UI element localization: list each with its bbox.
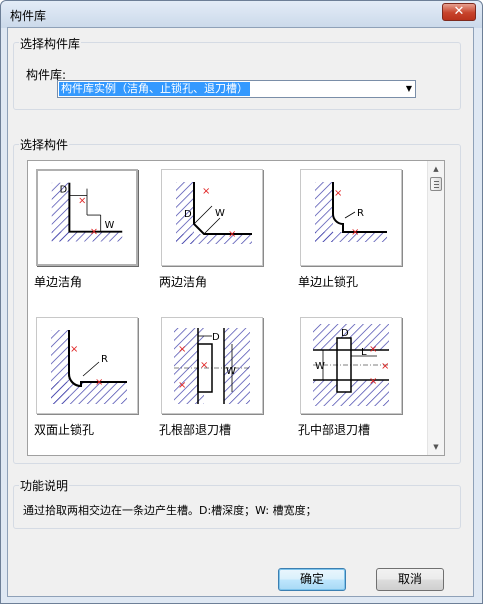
diagram-label: R xyxy=(357,208,364,219)
diagram-label: D xyxy=(341,328,349,339)
svg-text:×: × xyxy=(200,360,208,371)
svg-text:×: × xyxy=(78,195,86,206)
svg-text:×: × xyxy=(334,188,342,199)
component-label: 双面止锁孔 xyxy=(34,423,95,437)
component-thumbnail-single-lock-hole[interactable]: R × × xyxy=(300,169,402,266)
diagram-label: D xyxy=(212,332,220,343)
title-bar[interactable]: 构件库 ✕ xyxy=(1,1,482,28)
diagram-label: D xyxy=(60,185,68,196)
scroll-up-arrow-icon[interactable]: ▲ xyxy=(428,161,444,177)
list-item[interactable]: D W × × 单边洁角 xyxy=(34,169,156,289)
chevron-down-icon[interactable]: ▼ xyxy=(406,84,412,93)
cancel-button[interactable]: 取消 xyxy=(376,568,444,591)
window-title: 构件库 xyxy=(10,9,47,23)
close-button[interactable]: ✕ xyxy=(442,3,476,21)
component-group-label: 选择构件 xyxy=(19,136,70,153)
component-label: 孔中部退刀槽 xyxy=(298,423,371,437)
svg-text:×: × xyxy=(369,344,377,355)
component-list[interactable]: D W × × 单边洁角 D W × × 两边洁角 R × × 单边止锁孔 R … xyxy=(27,160,445,456)
library-group-box xyxy=(13,42,461,110)
close-icon: ✕ xyxy=(453,4,465,19)
svg-text:×: × xyxy=(369,376,377,387)
ok-button[interactable]: 确定 xyxy=(278,568,346,591)
diagram-label: W xyxy=(215,208,225,219)
component-label: 单边止锁孔 xyxy=(298,275,359,289)
component-thumbnail-single-clean-corner[interactable]: D W × × xyxy=(36,169,138,266)
scroll-down-arrow-icon[interactable]: ▼ xyxy=(428,439,444,455)
diagram-label: W xyxy=(226,366,236,377)
library-combo-value: 构件库实例（洁角、止锁孔、退刀槽） xyxy=(59,82,250,96)
svg-text:×: × xyxy=(228,229,236,240)
svg-text:×: × xyxy=(351,227,359,238)
svg-text:×: × xyxy=(202,186,210,197)
svg-text:×: × xyxy=(90,227,98,238)
diagram-label: W xyxy=(315,361,325,372)
svg-text:×: × xyxy=(381,361,389,372)
description-text: 通过拾取两相交边在一条边产生槽。D:槽深度；W: 槽宽度； xyxy=(23,504,317,517)
component-label: 两边洁角 xyxy=(159,275,208,289)
component-thumbnail-hole-root-relief-groove[interactable]: D W × × × xyxy=(161,317,263,414)
library-group-label: 选择构件库 xyxy=(19,35,82,52)
diagram-label: L xyxy=(361,347,367,358)
component-thumbnail-hole-middle-relief-groove[interactable]: D L W × × × xyxy=(300,317,402,414)
diagram-label: R xyxy=(101,354,108,365)
svg-text:×: × xyxy=(70,344,78,355)
list-item[interactable]: D L W × × × 孔中部退刀槽 xyxy=(298,317,420,437)
library-combo[interactable]: 构件库实例（洁角、止锁孔、退刀槽） ▼ xyxy=(57,80,416,98)
vertical-scrollbar[interactable]: ▲ ▼ xyxy=(427,161,444,455)
list-item[interactable]: D W × × 两边洁角 xyxy=(159,169,281,289)
list-item[interactable]: R × × 双面止锁孔 xyxy=(34,317,156,437)
list-item[interactable]: R × × 单边止锁孔 xyxy=(298,169,420,289)
list-item[interactable]: D W × × × 孔根部退刀槽 xyxy=(159,317,281,437)
component-thumbnail-double-clean-corner[interactable]: D W × × xyxy=(161,169,263,266)
component-thumbnail-double-lock-hole[interactable]: R × × xyxy=(36,317,138,414)
diagram-label: W xyxy=(105,220,115,231)
component-label: 单边洁角 xyxy=(34,275,83,289)
component-label: 孔根部退刀槽 xyxy=(159,423,232,437)
diagram-label: D xyxy=(184,209,192,220)
svg-text:×: × xyxy=(178,380,186,391)
svg-text:×: × xyxy=(178,344,186,355)
scroll-thumb[interactable] xyxy=(430,177,442,191)
description-group-label: 功能说明 xyxy=(19,477,70,494)
svg-text:×: × xyxy=(95,377,103,388)
